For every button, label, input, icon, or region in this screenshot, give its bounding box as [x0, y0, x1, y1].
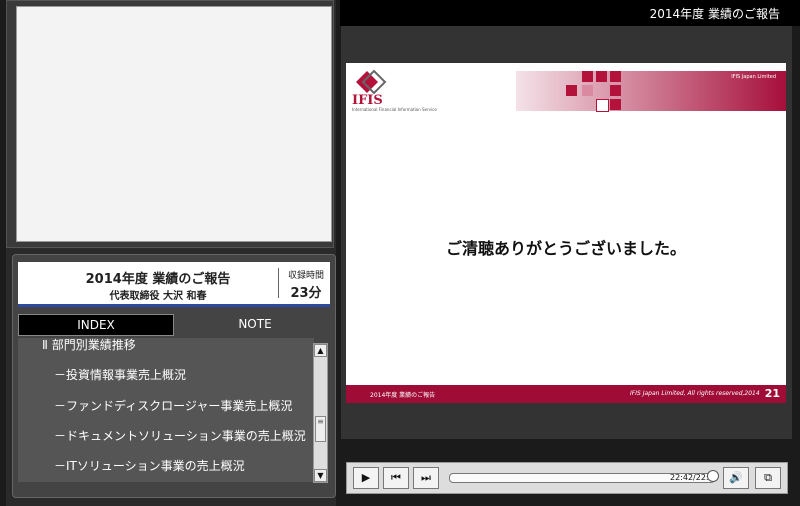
player-controls: ▶ ⏮ ⏭ 22:42/22:4 🔊 ⧉: [346, 462, 788, 494]
talk-card: 2014年度 業績のご報告 代表取締役 大沢 和春 収録時間 23分: [18, 262, 330, 307]
footer-title: 2014年度 業績のご報告: [370, 392, 436, 399]
popout-icon[interactable]: ⧉: [755, 467, 781, 489]
scroll-up-icon[interactable]: ▲: [314, 344, 327, 357]
play-icon[interactable]: ▶: [353, 467, 379, 489]
index-list: Ⅱ 部門別業績推移 －投資情報事業売上概況 －ファンドディスクロージャー事業売上…: [18, 338, 314, 482]
video-player[interactable]: [16, 6, 332, 242]
seek-thumb[interactable]: [707, 470, 719, 482]
previous-icon[interactable]: ⏮: [383, 467, 409, 489]
duration-label: 収録時間: [287, 271, 324, 281]
divider: [278, 268, 279, 298]
index-scrollbar[interactable]: ▲ ≡ ▼: [313, 343, 328, 483]
page-number: 21: [764, 387, 780, 400]
presentation-slide: IFIS International Financial Information…: [346, 63, 786, 403]
window-title: 2014年度 業績のご報告: [649, 7, 780, 21]
title-bar: 2014年度 業績のご報告: [340, 0, 800, 26]
footer-copyright: IFIS Japan Limited, All rights reserved,…: [630, 390, 760, 397]
tab-index[interactable]: INDEX: [18, 314, 174, 336]
logo-subtitle: International Financial Information Serv…: [352, 107, 437, 112]
list-item[interactable]: －ドキュメントソリューション事業の売上概況: [54, 427, 306, 444]
scroll-down-icon[interactable]: ▼: [314, 469, 327, 482]
header-band: IFIS Japan Limited: [516, 71, 786, 111]
scroll-thumb[interactable]: ≡: [315, 416, 326, 442]
header-company: IFIS Japan Limited: [731, 74, 776, 80]
tab-note[interactable]: NOTE: [178, 314, 332, 334]
slide-message: ご清聴ありがとうございました。: [445, 239, 686, 258]
slide-header: IFIS International Financial Information…: [346, 63, 786, 118]
list-item[interactable]: －ITソリューション事業の売上概況: [54, 457, 245, 474]
talk-title: 2014年度 業績のご報告: [85, 272, 231, 287]
duration-value: 23分: [290, 286, 322, 301]
speaker-name: 代表取締役 大沢 和春: [109, 291, 207, 302]
ifis-logo-icon: [356, 69, 387, 95]
logo-text: IFIS: [352, 93, 383, 108]
list-item[interactable]: Ⅱ 部門別業績推移: [42, 338, 136, 353]
next-icon[interactable]: ⏭: [413, 467, 439, 489]
volume-icon[interactable]: 🔊: [723, 467, 749, 489]
list-item[interactable]: －投資情報事業売上概況: [54, 366, 186, 383]
list-item[interactable]: －ファンドディスクロージャー事業売上概況: [54, 397, 292, 414]
slide-footer: 2014年度 業績のご報告 IFIS Japan Limited, All ri…: [346, 385, 786, 403]
